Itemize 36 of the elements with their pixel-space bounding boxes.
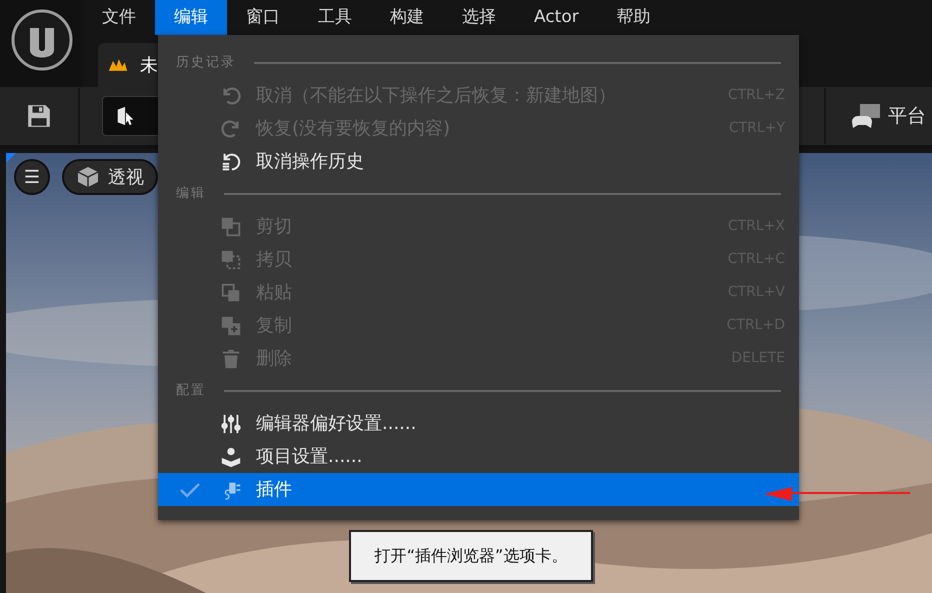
- cube-icon: [76, 165, 100, 189]
- menu-item[interactable]: 插件: [158, 473, 799, 506]
- cut-icon: [220, 216, 242, 238]
- menu-item-label: 插件: [256, 478, 292, 502]
- menu-bar-item[interactable]: 编辑: [155, 0, 227, 35]
- menu-bar-item[interactable]: 窗口: [227, 0, 299, 35]
- paste-icon: [220, 282, 242, 304]
- menu-bar-item[interactable]: 帮助: [598, 0, 670, 35]
- logo-icon[interactable]: [10, 8, 74, 72]
- platform-button[interactable]: 平台: [850, 96, 932, 136]
- view-mode-button[interactable]: 透视: [62, 159, 158, 195]
- menu-item-label: 项目设置......: [256, 445, 362, 469]
- menu-item-label: 取消操作历史: [256, 150, 364, 174]
- menu-bar-item[interactable]: 文件: [83, 0, 155, 35]
- tab-title: 未: [140, 54, 158, 78]
- menu-bar-item[interactable]: 工具: [299, 0, 371, 35]
- trash-icon: [220, 348, 242, 370]
- menu-bar-item[interactable]: 选择: [443, 0, 515, 35]
- tooltip-text: 打开“插件浏览器”选项卡。: [374, 545, 568, 567]
- menu-bar-item[interactable]: 构建: [371, 0, 443, 35]
- section-header: 配置: [176, 382, 206, 400]
- menu-item[interactable]: 编辑器偏好设置......: [158, 407, 799, 440]
- gear-box-icon: [220, 446, 242, 468]
- menu-item-label: 编辑器偏好设置......: [256, 412, 416, 436]
- gamepad-monitor-icon: [850, 102, 882, 130]
- menu-item[interactable]: 取消操作历史: [158, 145, 799, 178]
- level-icon: [108, 57, 128, 73]
- section-header: 历史记录: [176, 54, 236, 72]
- save-icon[interactable]: [26, 103, 52, 129]
- history-icon: [220, 150, 242, 172]
- duplicate-icon: [220, 314, 242, 336]
- menu-item[interactable]: 项目设置......: [158, 440, 799, 473]
- sliders-icon: [220, 412, 242, 434]
- copy-icon: [220, 248, 242, 270]
- section-header: 编辑: [176, 185, 206, 204]
- menu-bar-item[interactable]: Actor: [515, 0, 598, 35]
